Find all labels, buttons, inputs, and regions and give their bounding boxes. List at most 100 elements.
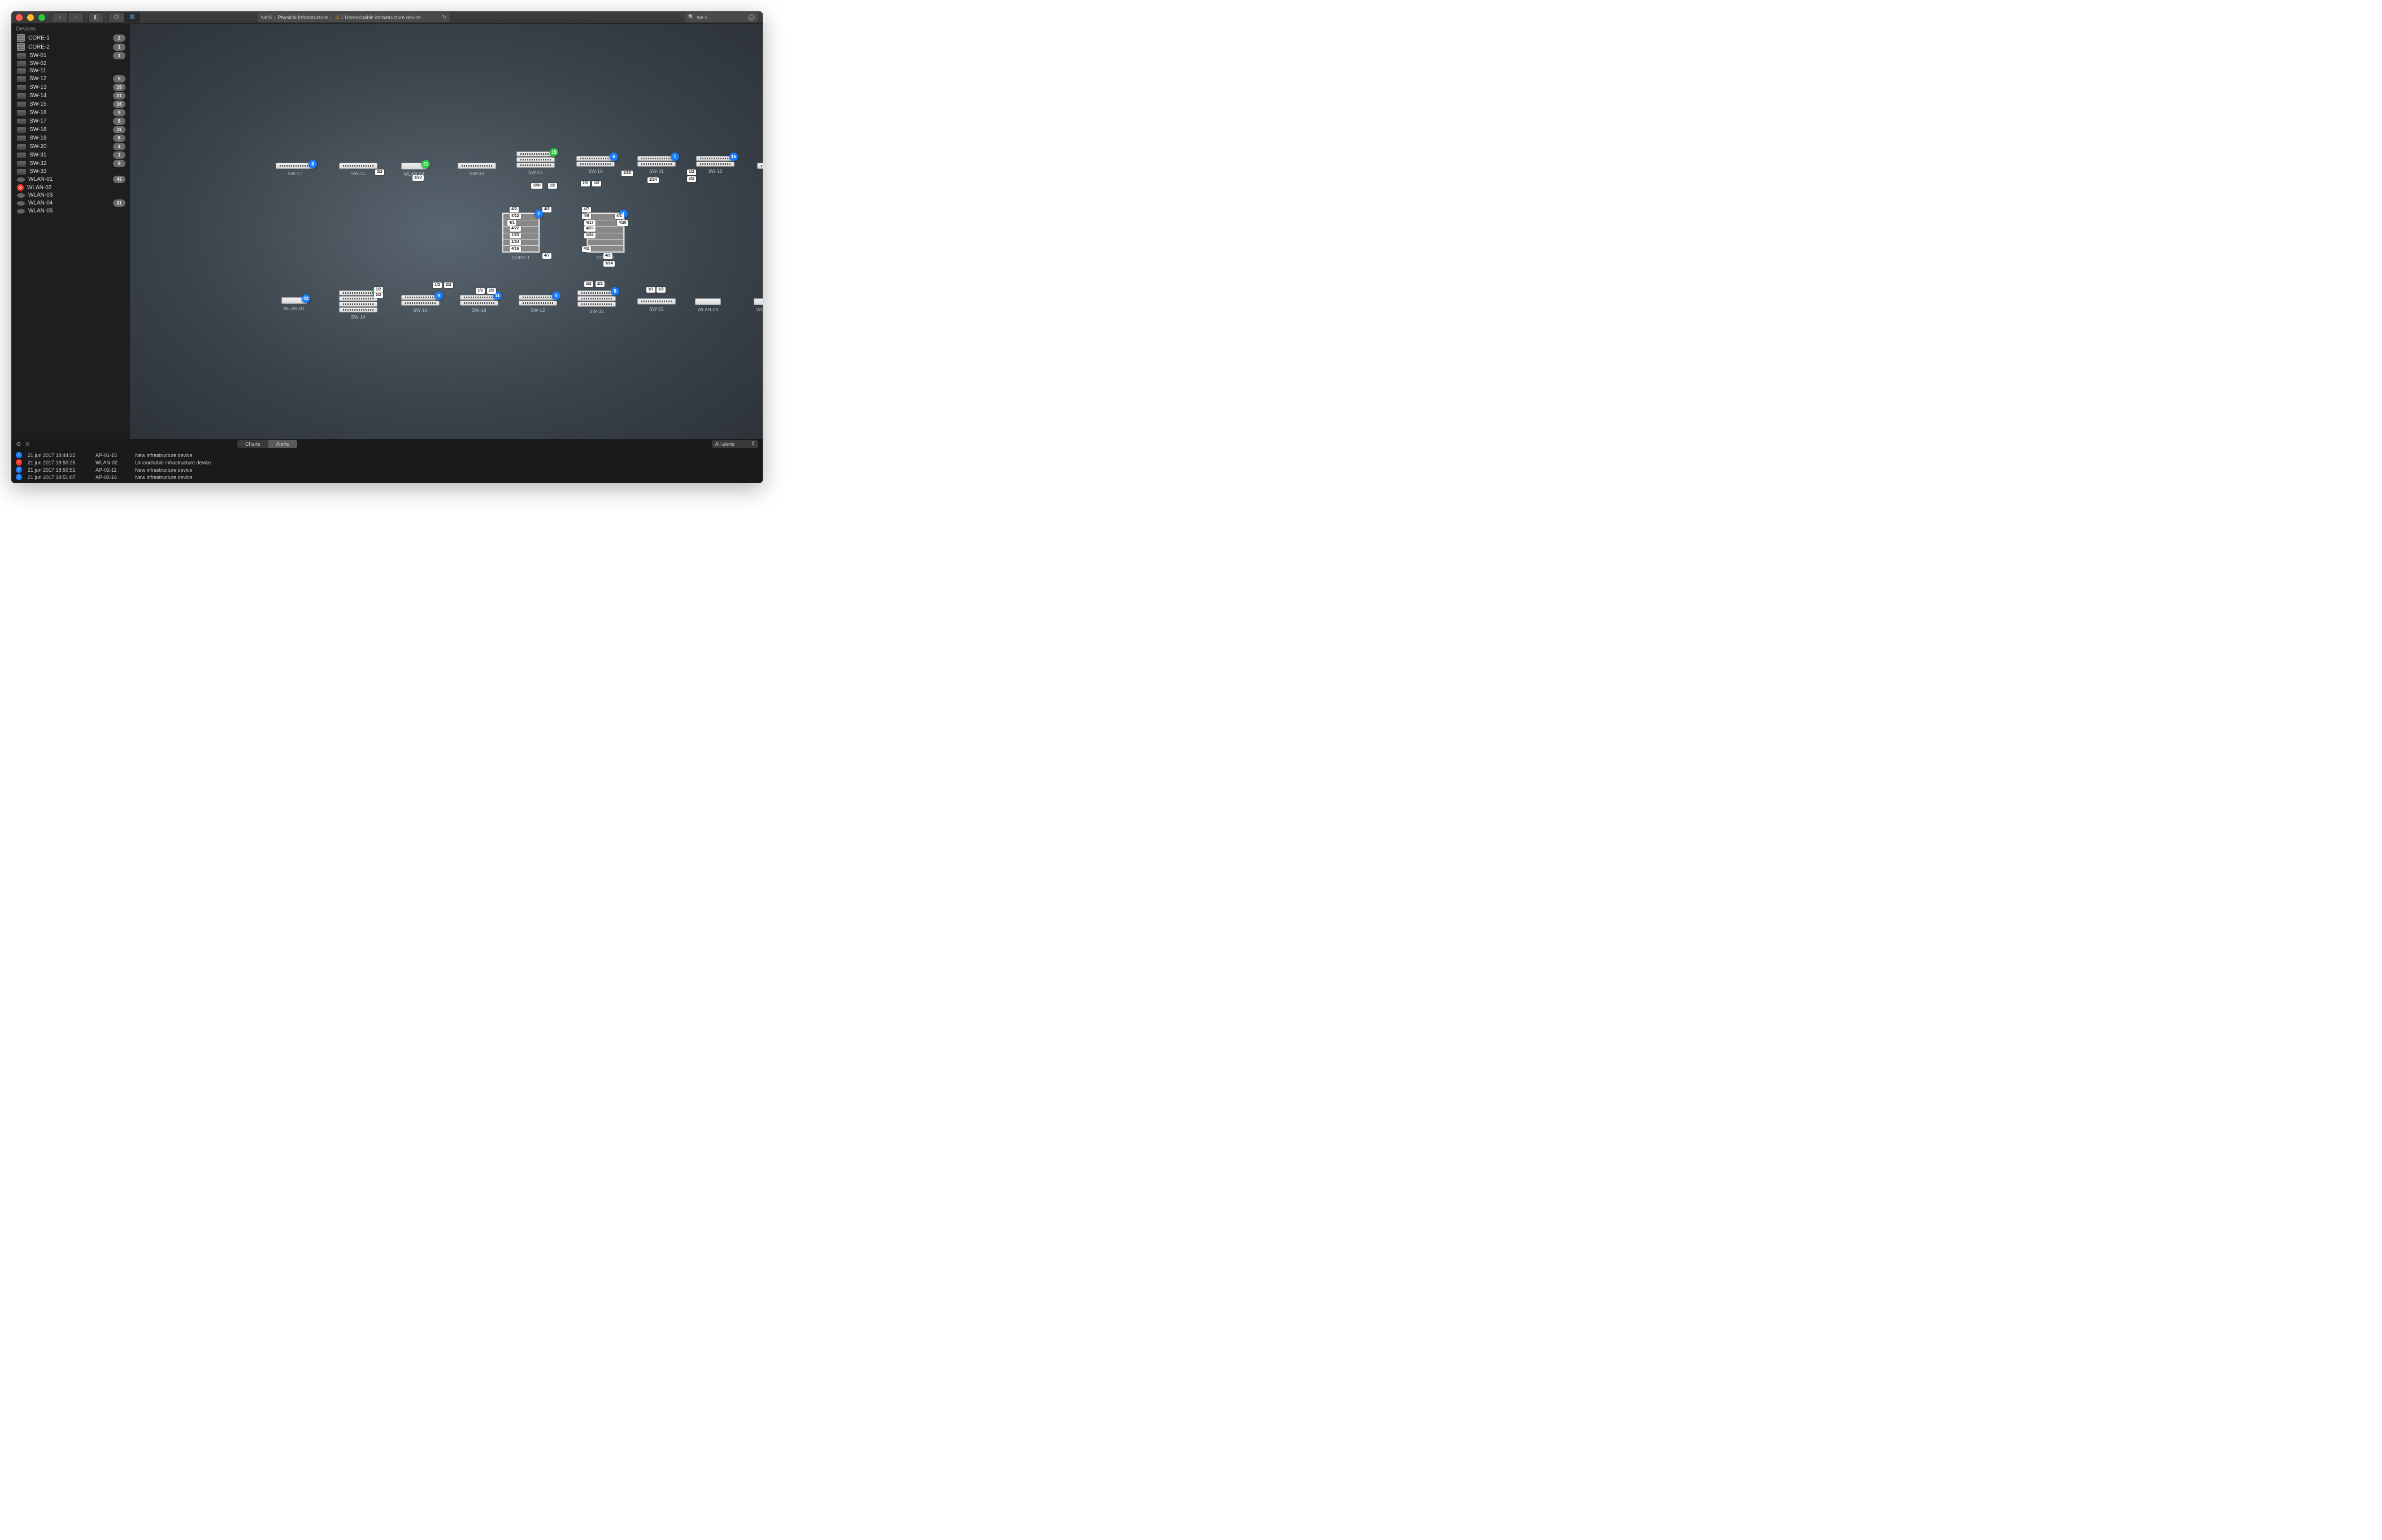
topology-node-sw-18[interactable]: 11SW-18 — [460, 295, 498, 313]
addr-warning: 1 Unreachable infrastructure device — [341, 15, 421, 20]
topology-view-button[interactable]: ⌬ — [108, 12, 124, 23]
sidebar-item-sw-32[interactable]: SW-329 — [11, 159, 130, 168]
clear-search-button[interactable]: ✕ — [748, 14, 755, 21]
zoom-window-button[interactable] — [38, 14, 45, 21]
alert-row[interactable]: i21 jun 2017 18:50:52AP-02-11New infrast… — [16, 466, 758, 473]
topology-node-sw-16[interactable]: 9 SW-16 — [401, 295, 440, 313]
sidebar-item-sw-19[interactable]: SW-196 — [11, 134, 130, 142]
topology-node-sw-02[interactable]: SW-02 — [637, 298, 676, 312]
sidebar-item-sw-14[interactable]: SW-1421 — [11, 92, 130, 100]
device-image: 16 — [696, 156, 734, 167]
alert-row[interactable]: i21 jun 2017 18:44:22AP-01-15New infrast… — [16, 451, 758, 459]
topology-node-wlan-01[interactable]: 43 WLAN-01 — [281, 297, 307, 311]
device-label: SW-32 — [589, 309, 604, 314]
topology-node-sw-01[interactable]: 1SW-01 — [757, 163, 763, 176]
minimize-window-button[interactable] — [27, 14, 34, 21]
topology-node-sw-11[interactable]: SW-11 — [339, 163, 377, 176]
topology-node-core-1[interactable]: 2CORE-1 — [502, 212, 540, 260]
device-label: SW-12 — [531, 308, 545, 313]
alert-row[interactable]: i21 jun 2017 18:50:25WLAN-02Unreachable … — [16, 459, 758, 466]
sidebar-item-badge: 9 — [113, 160, 125, 167]
grid-view-button[interactable]: ⌘ — [124, 12, 140, 23]
sidebar-item-wlan-01[interactable]: WLAN-0143 — [11, 175, 130, 184]
sidebar-item-label: SW-12 — [29, 76, 110, 82]
sidebar-item-sw-02[interactable]: SW-02 — [11, 60, 130, 67]
close-window-button[interactable] — [16, 14, 23, 21]
device-label: SW-16 — [413, 308, 428, 313]
tab-charts[interactable]: Charts — [237, 440, 268, 448]
grid-icon: ⌘ — [129, 14, 135, 20]
port-label: 2/2 — [581, 181, 590, 186]
topology-canvas[interactable]: 8SW-17SW-1131WLAN-04SW-3319SW-136SW-191S… — [130, 24, 763, 439]
port-label: 2/2 — [375, 169, 384, 175]
port-label: 2/2 — [596, 281, 605, 287]
sidebar-item-sw-13[interactable]: SW-1319 — [11, 83, 130, 92]
sidebar-item-sw-01[interactable]: SW-011 — [11, 51, 130, 60]
sidebar-item-wlan-03[interactable]: WLAN-03 — [11, 192, 130, 199]
sidebar-item-sw-16[interactable]: SW-169 — [11, 108, 130, 117]
topology-node-wlan-03[interactable]: WLAN-03 — [695, 298, 721, 312]
sidebar-item-sw-17[interactable]: SW-178 — [11, 117, 130, 125]
search-input[interactable]: 🔍 sw-1 ✕ — [685, 12, 758, 22]
sidebar-item-wlan-04[interactable]: WLAN-0431 — [11, 199, 130, 207]
device-image: 8 — [276, 163, 314, 169]
traffic-lights — [16, 14, 45, 21]
sidebar-item-label: WLAN-02 — [27, 185, 125, 191]
topology-node-wlan-05[interactable]: WLAN-05 — [754, 298, 763, 312]
close-panel-button[interactable]: ✕ — [25, 441, 30, 448]
sidebar-item-sw-31[interactable]: SW-311 — [11, 151, 130, 159]
device-image: 19 — [516, 151, 555, 168]
sidebar-item-badge: 2 — [113, 34, 125, 42]
topology-node-sw-19[interactable]: 6SW-19 — [576, 156, 615, 174]
port-label: 1/23 — [510, 233, 521, 238]
sidebar-item-wlan-02[interactable]: WLAN-02 — [11, 184, 130, 192]
sidebar-item-sw-33[interactable]: SW-33 — [11, 168, 130, 175]
topology-links — [130, 24, 299, 108]
sidebar-item-sw-11[interactable]: SW-11 — [11, 67, 130, 75]
topology-node-sw-31[interactable]: 1SW-31 — [637, 156, 676, 174]
topology-node-sw-13[interactable]: 19SW-13 — [516, 151, 555, 175]
alert-device: WLAN-02 — [95, 460, 129, 466]
sidebar-item-sw-20[interactable]: SW-204 — [11, 142, 130, 151]
sidebar-item-wlan-05[interactable]: WLAN-05 — [11, 207, 130, 215]
sidebar-item-label: CORE-1 — [28, 35, 110, 41]
back-button[interactable]: ‹ — [52, 12, 68, 23]
gear-icon[interactable]: ⚙ — [16, 441, 21, 448]
sidebar-item-label: SW-32 — [29, 160, 110, 167]
switch-icon — [17, 161, 26, 167]
sidebar-item-sw-15[interactable]: SW-1516 — [11, 100, 130, 108]
devices-sidebar[interactable]: Devices CORE-12CORE-21SW-011SW-02SW-11SW… — [11, 24, 130, 439]
sidebar-header: Devices — [11, 24, 130, 33]
topology-node-sw-32[interactable]: 9 SW-32 — [577, 290, 616, 314]
alert-timestamp: 21 jun 2017 18:50:25 — [28, 460, 90, 466]
port-label: 1/2 — [584, 281, 593, 287]
forward-button[interactable]: › — [68, 12, 84, 23]
reload-icon[interactable]: ↻ — [442, 14, 446, 20]
sidebar-item-sw-12[interactable]: SW-125 — [11, 75, 130, 83]
charts-alerts-tabs: Charts Alerts — [237, 440, 297, 448]
sidebar-item-sw-18[interactable]: SW-1811 — [11, 125, 130, 134]
tab-alerts[interactable]: Alerts — [268, 440, 297, 448]
device-image: 43 — [281, 297, 307, 304]
device-badge: 6 — [610, 153, 618, 161]
topology-node-sw-15[interactable]: 16SW-15 — [696, 156, 734, 174]
port-label: 4/23 — [584, 226, 596, 232]
alerts-filter-dropdown[interactable]: All alerts ▲▼ — [712, 440, 758, 448]
device-image: 9 — [401, 295, 440, 306]
sidebar-item-core-2[interactable]: CORE-21 — [11, 42, 130, 51]
port-label: 4/2 — [582, 246, 591, 252]
topology-node-sw-33[interactable]: SW-33 — [458, 163, 496, 176]
device-label: WLAN-01 — [284, 306, 305, 311]
topology-node-sw-17[interactable]: 8SW-17 — [276, 163, 314, 176]
topology-node-sw-14[interactable]: 21SW-14 — [339, 290, 377, 320]
sidebar-item-badge: 43 — [113, 176, 125, 183]
alert-row[interactable]: i21 jun 2017 18:51:07AP-02-16New infrast… — [16, 473, 758, 481]
sidebar-toggle-button[interactable]: ◧ — [88, 12, 104, 23]
app-window: ‹ › ◧ ⌬ ⌘ Net3 | Physical Infrastructure… — [11, 11, 763, 483]
topology-node-sw-12[interactable]: 5SW-12 — [519, 295, 557, 313]
sidebar-item-core-1[interactable]: CORE-12 — [11, 33, 130, 42]
address-bar[interactable]: Net3 | Physical Infrastructure | ⚠ 1 Unr… — [258, 12, 450, 22]
device-image: 9 — [577, 290, 616, 307]
device-image: 6 — [576, 156, 615, 167]
sidebar-item-label: SW-16 — [29, 110, 110, 116]
